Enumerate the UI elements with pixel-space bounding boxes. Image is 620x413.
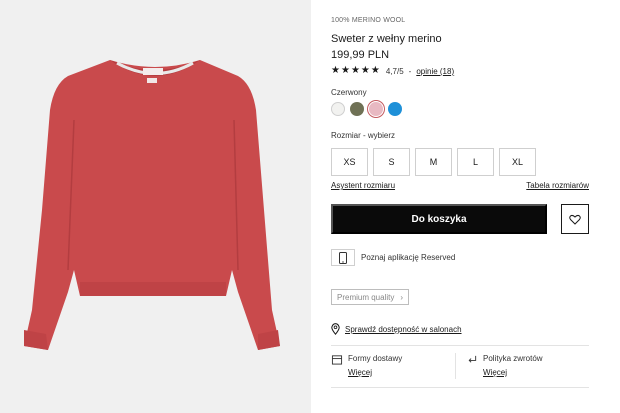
info-separator [455,353,456,379]
location-pin-icon [331,323,340,335]
chevron-right-icon: › [400,292,404,302]
color-swatch-blue[interactable] [388,102,402,116]
size-button-xl[interactable]: XL [499,148,536,176]
size-table-link[interactable]: Tabela rozmiarów [526,181,589,190]
divider [331,345,589,346]
rating-score: 4,7/5 [385,66,404,76]
star-icon: ★ [360,65,370,76]
wishlist-button[interactable] [561,204,589,234]
store-availability-link[interactable]: Sprawdź dostępność w salonach [345,325,462,334]
premium-quality-label: Premium quality [337,292,395,302]
size-tag [147,78,157,83]
size-label: Rozmiar - wybierz [331,131,396,140]
product-title: Sweter z wełny merino [331,33,442,45]
rating-stars: ★ ★ ★ ★ ★ [331,66,380,76]
sweater-body [24,60,280,350]
brand-label [143,68,163,75]
product-details: 100% MERINO WOOL Sweter z wełny merino 1… [331,0,591,413]
returns-info: Polityka zwrotów Więcej [466,354,543,377]
star-icon: ★ [370,65,380,76]
heart-icon [569,214,581,225]
rating-separator: - [408,66,412,76]
app-promo-text: Poznaj aplikację Reserved [361,253,456,262]
size-selector: XS S M L XL [331,148,536,176]
color-swatch-olive[interactable] [350,102,364,116]
phone-icon [339,251,347,264]
color-swatches [331,102,402,116]
add-to-cart-button[interactable]: Do koszyka [331,204,547,234]
rating-row: ★ ★ ★ ★ ★ 4,7/5 - opinie (18) [331,66,454,76]
product-price: 199,99 PLN [331,49,390,61]
color-label: Czerwony [331,88,367,97]
delivery-info: Formy dostawy Więcej [331,354,402,377]
returns-title: Polityka zwrotów [483,354,543,363]
star-icon: ★ [340,65,350,76]
size-button-xs[interactable]: XS [331,148,368,176]
color-swatch-white[interactable] [331,102,345,116]
reviews-link[interactable]: opinie (18) [416,67,454,76]
size-assistant-link[interactable]: Asystent rozmiaru [331,181,395,190]
star-icon: ★ [350,65,360,76]
size-links: Asystent rozmiaru Tabela rozmiarów [331,181,589,190]
returns-more-link[interactable]: Więcej [483,368,543,377]
delivery-title: Formy dostawy [348,354,403,363]
delivery-more-link[interactable]: Więcej [348,368,402,377]
delivery-box-icon [331,355,343,365]
size-button-l[interactable]: L [457,148,494,176]
star-icon: ★ [331,65,340,76]
phone-icon-box [331,249,355,266]
size-button-m[interactable]: M [415,148,452,176]
size-button-s[interactable]: S [373,148,410,176]
color-swatch-pink[interactable] [369,102,383,116]
sweater-image [24,60,280,350]
collection-label: 100% MERINO WOOL [331,17,406,24]
divider [331,387,589,388]
premium-quality-badge[interactable]: Premium quality › [331,289,410,305]
store-availability-row[interactable]: Sprawdź dostępność w salonach [331,323,462,335]
product-image-panel[interactable] [0,0,311,413]
return-arrow-icon [468,355,477,363]
sweater-hem [80,282,226,296]
app-promo[interactable]: Poznaj aplikację Reserved [331,249,455,266]
